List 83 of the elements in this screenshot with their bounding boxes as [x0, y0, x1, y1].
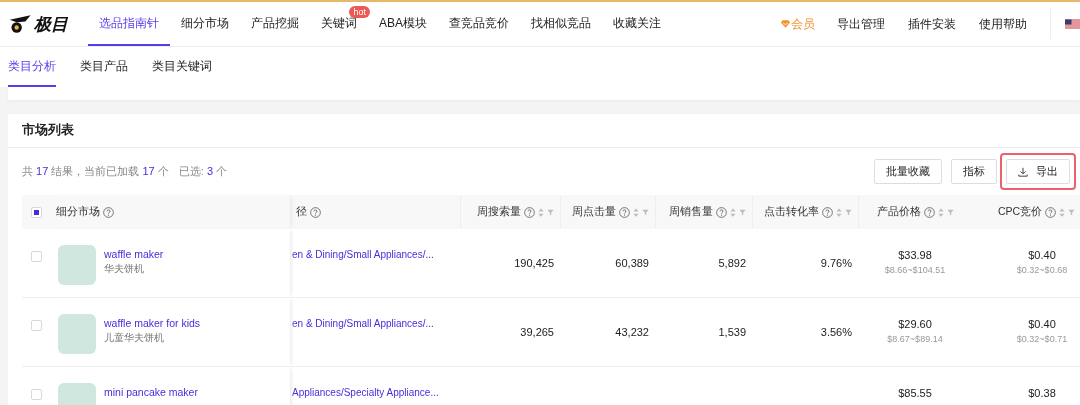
filter-icon[interactable]: [1068, 208, 1076, 216]
help-icon[interactable]: [619, 206, 630, 218]
column-header: 径: [296, 205, 307, 219]
help-icon[interactable]: [822, 206, 833, 218]
help-icon[interactable]: [1045, 206, 1057, 218]
row-checkbox[interactable]: [30, 251, 42, 262]
column-header: 周点击量: [572, 205, 616, 219]
market-name-link[interactable]: waffle maker for kids: [104, 317, 201, 329]
market-name-link[interactable]: waffle maker: [104, 248, 164, 260]
column-header: 细分市场: [56, 205, 100, 219]
help-icon[interactable]: [310, 206, 321, 218]
nav-link[interactable]: 插件安装: [908, 15, 956, 33]
cpc-value: $0.40: [1028, 249, 1056, 261]
sub-tab[interactable]: 类目产品: [80, 47, 128, 87]
column-header: 点击转化率: [764, 205, 819, 219]
nav-link[interactable]: 使用帮助: [979, 15, 1027, 33]
select-all-checkbox[interactable]: [30, 206, 42, 218]
price-range: $8.66~$104.51: [884, 265, 946, 275]
sub-tab[interactable]: 类目关键词: [152, 47, 212, 87]
market-translation: 儿童华夫饼机: [104, 332, 165, 345]
help-icon[interactable]: [524, 206, 535, 218]
sort-icon[interactable]: [1059, 207, 1066, 217]
sort-icon[interactable]: [836, 207, 842, 217]
row-checkbox[interactable]: [30, 389, 42, 400]
help-icon[interactable]: [716, 206, 727, 218]
sort-icon[interactable]: [730, 207, 736, 217]
toolbar-button[interactable]: 指标: [951, 159, 997, 184]
card-title: 市场列表: [8, 114, 1080, 148]
sort-icon[interactable]: [538, 207, 544, 217]
market-translation: 华夫饼机: [104, 263, 145, 276]
market-name-link[interactable]: mini pancake maker: [104, 386, 198, 398]
price-value: $33.98: [898, 249, 932, 261]
cpc-range: $0.32~$0.71: [1016, 334, 1068, 344]
table-cell: 9.76%: [820, 257, 852, 269]
price-range: $8.67~$89.14: [887, 334, 943, 344]
cpc-value: $0.38: [1028, 387, 1056, 399]
nav-tab[interactable]: 细分市场: [170, 2, 240, 46]
table-cell: 39,265: [520, 326, 554, 338]
table-cell: 190,425: [514, 257, 554, 269]
filter-icon[interactable]: [947, 208, 954, 216]
table-cell: 5,892: [718, 257, 746, 269]
price-value: $85.55: [898, 387, 932, 399]
table-cell: 3.56%: [820, 326, 852, 338]
toolbar-button[interactable]: 批量收藏: [874, 159, 942, 184]
category-path-link[interactable]: en & Dining/Small Appliances/...: [290, 318, 434, 329]
cpc-value: $0.40: [1028, 318, 1056, 330]
filter-icon[interactable]: [739, 208, 746, 216]
nav-tab[interactable]: 关键词 hot: [310, 2, 368, 46]
product-photo-placeholder: [58, 245, 96, 285]
column-header: 周搜索量: [477, 205, 521, 219]
selected-count-text: 已选: 3 个: [178, 164, 228, 179]
nav-tab[interactable]: ABA模块: [368, 2, 438, 46]
nav-tab[interactable]: 找相似竞品: [520, 2, 602, 46]
result-count-text: 共 17 结果，当前已加载 17 个: [22, 164, 169, 179]
table-cell: 60,389: [615, 257, 649, 269]
row-checkbox[interactable]: [30, 320, 42, 331]
filter-icon[interactable]: [642, 208, 649, 216]
us-flag-icon[interactable]: [1065, 17, 1080, 31]
category-path-link[interactable]: Appliances/Specialty Appliance...: [290, 387, 439, 398]
filter-icon[interactable]: [547, 208, 554, 216]
column-header: 产品价格: [877, 205, 921, 219]
column-header: CPC竞价: [997, 205, 1043, 219]
filter-icon[interactable]: [845, 208, 852, 216]
price-value: $29.60: [898, 318, 932, 330]
diamond-icon: [781, 20, 790, 28]
help-icon[interactable]: [103, 206, 114, 218]
logo[interactable]: 极目: [8, 12, 88, 36]
toolbar-button[interactable]: 导出: [1006, 159, 1070, 184]
category-path-link[interactable]: en & Dining/Small Appliances/...: [290, 249, 434, 260]
nav-tab[interactable]: 产品挖掘: [240, 2, 310, 46]
nav-tab[interactable]: 查竞品竞价: [438, 2, 520, 46]
nav-tab[interactable]: 收藏关注: [602, 2, 672, 46]
hot-badge: hot: [349, 6, 370, 18]
table-cell: 43,232: [615, 326, 649, 338]
download-icon: [1018, 166, 1028, 177]
column-header: 周销售量: [669, 205, 713, 219]
product-photo-placeholder: [58, 314, 96, 354]
cpc-range: $0.32~$0.68: [1016, 265, 1068, 275]
help-icon[interactable]: [924, 206, 935, 218]
sort-icon[interactable]: [938, 207, 944, 217]
sort-icon[interactable]: [633, 207, 639, 217]
nav-link[interactable]: 导出管理: [837, 15, 885, 33]
table-cell: 1,539: [718, 326, 746, 338]
